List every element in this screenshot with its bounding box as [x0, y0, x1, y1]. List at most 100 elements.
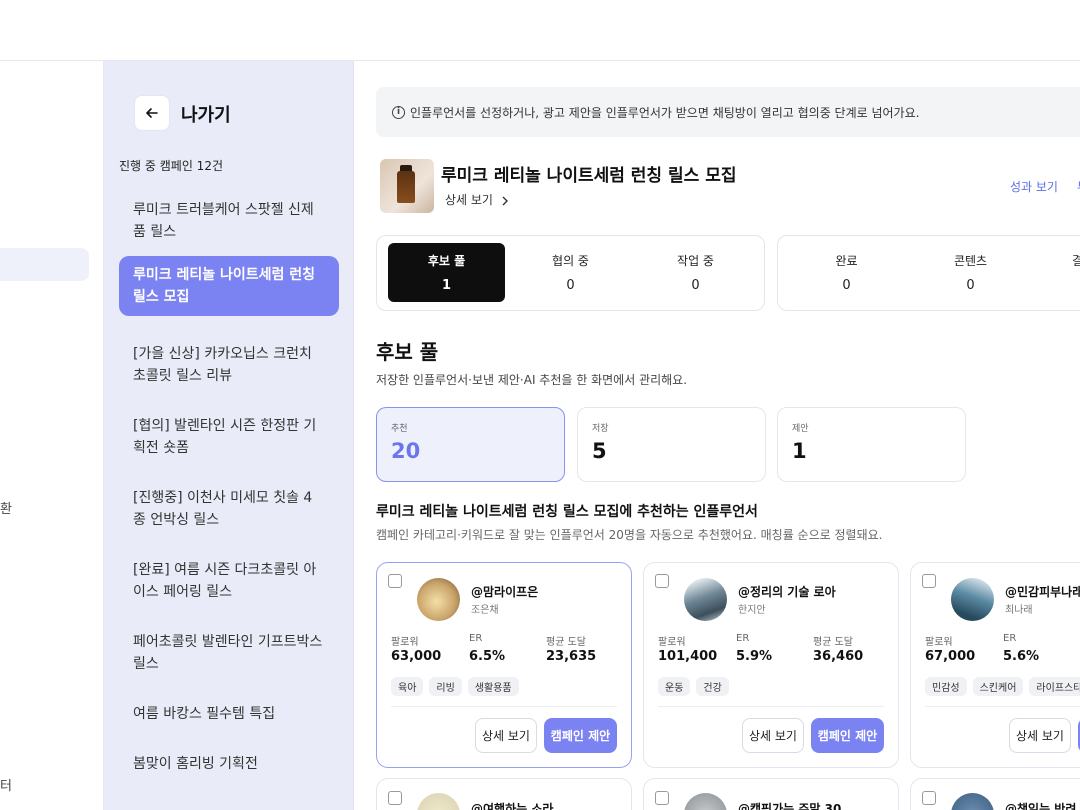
detail-button[interactable]: 상세 보기: [742, 718, 804, 753]
influencer-handle: @캠핑가는 주말 30: [738, 802, 842, 810]
stage-negotiating[interactable]: 협의 중 0: [512, 243, 629, 302]
influencer-handle: @맘라이프은: [471, 585, 539, 599]
select-checkbox[interactable]: [655, 574, 669, 588]
propose-campaign-button[interactable]: 캠페인 제안: [811, 718, 884, 753]
avatar: [951, 578, 994, 621]
reach-label: 평균 도달: [546, 637, 586, 648]
stage-in-progress[interactable]: 작업 중 0: [637, 243, 754, 302]
followers-label: 팔로워: [658, 637, 686, 648]
left-nav-active-item[interactable]: [0, 248, 89, 281]
reach-value: 23,635: [546, 649, 597, 664]
stat-value: 5: [592, 439, 607, 463]
campaign-count: 진행 중 캠페인 12건: [119, 159, 223, 173]
stage-content[interactable]: 콘텐츠 0: [912, 243, 1029, 302]
category-tag: 건강: [696, 677, 729, 696]
stage-label: 후보 풀: [427, 254, 466, 268]
main-content: i 인플루언서를 선정하거나, 광고 제안을 인플루언서가 받으면 채팅방이 열…: [355, 61, 1080, 810]
arrow-left-icon: [146, 108, 158, 118]
campaign-item[interactable]: [협의] 발렌타인 시즌 한정판 기획전 숏폼: [119, 407, 339, 467]
campaign-title: 루미크 레티놀 나이트세럼 런칭 릴스 모집: [441, 166, 737, 186]
stat-card-proposed[interactable]: 제안 1: [777, 407, 966, 482]
section-title: 후보 풀: [376, 340, 439, 364]
stage-candidate-pool[interactable]: 후보 풀 1: [388, 243, 505, 302]
stage-label: 완료: [835, 254, 858, 268]
tag-list: 민감성 스킨케어 라이프스타일: [925, 677, 1080, 696]
select-checkbox[interactable]: [655, 791, 669, 805]
category-tag: 생활용품: [467, 677, 519, 696]
detail-button[interactable]: 상세 보기: [475, 718, 537, 753]
stage-count: 0: [691, 278, 700, 293]
stage-count: 0: [966, 278, 975, 293]
propose-campaign-button[interactable]: 캠페인 제안: [544, 718, 617, 753]
influencer-card: @여행하는 소라: [376, 778, 632, 810]
info-banner-text: 인플루언서를 선정하거나, 광고 제안을 인플루언서가 받으면 채팅방이 열리고…: [410, 105, 920, 120]
detail-button[interactable]: 상세 보기: [1009, 718, 1071, 753]
avatar: [417, 578, 460, 621]
select-checkbox[interactable]: [922, 791, 936, 805]
category-tag: 육아: [391, 677, 424, 696]
stage-label: 콘텐츠: [953, 254, 988, 268]
stage-label: 작업 중: [677, 254, 714, 268]
divider: [391, 706, 617, 707]
campaign-item[interactable]: 루미크 트러블케어 스팟젤 신제품 릴스: [119, 191, 339, 251]
avatar: [684, 578, 727, 621]
influencer-handle: @정리의 기술 로아: [738, 585, 836, 599]
left-nav-label-fragment[interactable]: 터: [0, 775, 12, 794]
followers-label: 팔로워: [925, 637, 953, 648]
reach-label: 평균 도달: [813, 637, 853, 648]
stat-label: 추천: [391, 424, 408, 434]
stage-complete[interactable]: 완료 0: [788, 243, 905, 302]
campaign-item[interactable]: [진행중] 이천사 미세모 칫솔 4종 언박싱 릴스: [119, 479, 339, 539]
influencer-handle: @책읽는 반려: [1005, 802, 1077, 810]
influencer-card: @정리의 기술 로아 한지안 팔로워 ER 평균 도달 101,400 5.9%…: [643, 562, 899, 768]
influencer-card: @캠핑가는 주말 30: [643, 778, 899, 810]
campaign-item[interactable]: 여름 바캉스 필수템 특집: [119, 695, 339, 733]
influencer-card: @맘라이프은 조은채 팔로워 ER 평균 도달 63,000 6.5% 23,6…: [376, 562, 632, 768]
stage-count: 0: [842, 278, 851, 293]
campaign-item[interactable]: [완료] 여름 시즌 다크초콜릿 아이스 페어링 릴스: [119, 551, 339, 611]
stat-label: 제안: [792, 424, 809, 434]
er-label: ER: [736, 633, 750, 644]
stat-label: 저장: [592, 424, 609, 434]
category-tag: 라이프스타일: [1029, 677, 1080, 696]
stage-label: 협의 중: [552, 254, 589, 268]
stat-value: 1: [792, 439, 807, 463]
influencer-name: 한지안: [738, 605, 766, 616]
back-button[interactable]: [134, 95, 170, 131]
divider: [925, 706, 1080, 707]
category-tag: 민감성: [925, 677, 967, 696]
er-value: 5.9%: [736, 649, 773, 664]
select-checkbox[interactable]: [388, 574, 402, 588]
category-tag: 리빙: [429, 677, 462, 696]
select-checkbox[interactable]: [388, 791, 402, 805]
campaign-item[interactable]: [가을 신상] 카카오닙스 크런치 초콜릿 릴스 리뷰: [119, 335, 339, 395]
info-banner: i 인플루언서를 선정하거나, 광고 제안을 인플루언서가 받으면 채팅방이 열…: [376, 87, 1080, 137]
campaign-detail-link[interactable]: 상세 보기: [445, 191, 509, 208]
performance-link[interactable]: 성과 보기: [1010, 178, 1058, 195]
left-nav-label-fragment[interactable]: 환: [0, 498, 12, 517]
detail-link-label: 상세 보기: [445, 193, 493, 207]
campaign-item-active[interactable]: 루미크 레티놀 나이트세럼 런칭 릴스 모집: [119, 256, 339, 316]
stat-card-saved[interactable]: 저장 5: [577, 407, 766, 482]
er-value: 5.6%: [1003, 649, 1040, 664]
avatar: [417, 793, 460, 810]
er-label: ER: [469, 633, 483, 644]
recommendation-title: 루미크 레티놀 나이트세럼 런칭 릴스 모집에 추천하는 인플루언서: [376, 504, 758, 520]
campaign-item[interactable]: 페어초콜릿 발렌타인 기프트박스 릴스: [119, 623, 339, 683]
stage-count: 0: [566, 278, 575, 293]
er-label: ER: [1003, 633, 1017, 644]
followers-value: 101,400: [658, 649, 718, 664]
influencer-name: 최나래: [1005, 605, 1033, 616]
tag-list: 육아 리빙 생활용품: [391, 677, 519, 696]
influencer-handle: @민감피부나래: [1005, 585, 1080, 599]
stage-result[interactable]: 결: [1035, 243, 1080, 302]
followers-label: 팔로워: [391, 637, 419, 648]
select-checkbox[interactable]: [922, 574, 936, 588]
category-tag: 운동: [658, 677, 691, 696]
influencer-card: @민감피부나래 최나래 팔로워 ER 67,000 5.6% 민감성 스킨케어 …: [910, 562, 1080, 768]
campaign-item[interactable]: 봄맞이 홈리빙 기획전: [119, 745, 339, 783]
back-label[interactable]: 나가기: [181, 101, 231, 127]
stat-card-recommended[interactable]: 추천 20: [376, 407, 565, 482]
tag-list: 운동 건강: [658, 677, 729, 696]
chevron-right-icon: [502, 196, 508, 205]
